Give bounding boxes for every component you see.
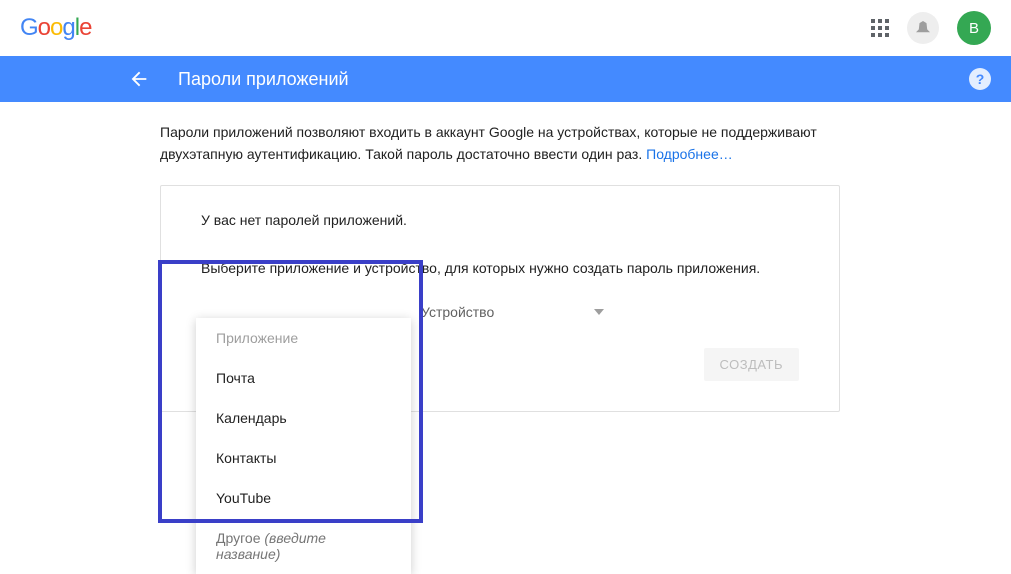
device-select-label: Устройство bbox=[421, 304, 494, 320]
dropdown-option-contacts[interactable]: Контакты bbox=[196, 438, 411, 478]
instruction-text: Выберите приложение и устройство, для ко… bbox=[201, 260, 799, 276]
app-select-dropdown: Приложение Почта Календарь Контакты YouT… bbox=[196, 318, 411, 574]
notifications-icon[interactable] bbox=[907, 12, 939, 44]
page-title-bar: Пароли приложений ? bbox=[0, 56, 1011, 102]
page-title: Пароли приложений bbox=[178, 69, 349, 90]
top-right-controls: В bbox=[871, 11, 991, 45]
dropdown-header: Приложение bbox=[196, 318, 411, 358]
chevron-down-icon bbox=[594, 309, 604, 315]
create-button[interactable]: СОЗДАТЬ bbox=[704, 348, 800, 381]
device-select[interactable]: Устройство bbox=[421, 304, 604, 320]
back-arrow-icon[interactable] bbox=[128, 68, 150, 90]
learn-more-link[interactable]: Подробнее… bbox=[646, 146, 733, 162]
top-header: Google В bbox=[0, 0, 1011, 56]
content-area: Пароли приложений позволяют входить в ак… bbox=[0, 102, 1011, 412]
help-icon[interactable]: ? bbox=[969, 68, 991, 90]
apps-icon[interactable] bbox=[871, 19, 889, 37]
dropdown-option-youtube[interactable]: YouTube bbox=[196, 478, 411, 518]
dropdown-option-other[interactable]: Другое (введите название) bbox=[196, 518, 411, 574]
bell-icon bbox=[916, 21, 930, 35]
dropdown-option-calendar[interactable]: Календарь bbox=[196, 398, 411, 438]
dropdown-option-mail[interactable]: Почта bbox=[196, 358, 411, 398]
avatar[interactable]: В bbox=[957, 11, 991, 45]
no-passwords-text: У вас нет паролей приложений. bbox=[201, 212, 799, 228]
description-text: Пароли приложений позволяют входить в ак… bbox=[160, 122, 840, 165]
google-logo[interactable]: Google bbox=[20, 14, 91, 42]
dropdown-other-prefix: Другое bbox=[216, 530, 264, 546]
